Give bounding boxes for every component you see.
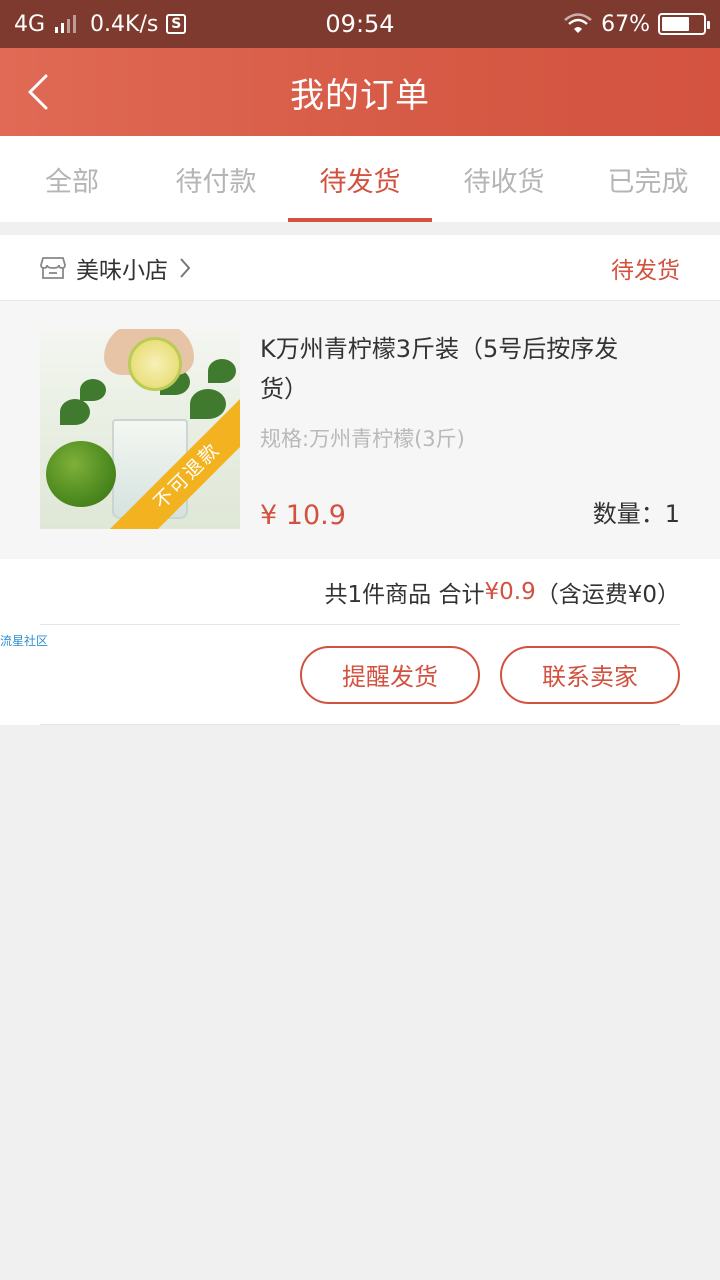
tab-pending-shipment[interactable]: 待发货	[288, 136, 432, 222]
store-icon	[40, 256, 66, 279]
wifi-icon	[564, 13, 592, 33]
order-tabs: 全部 待付款 待发货 待收货 已完成	[0, 136, 720, 222]
summary-shipping: （含运费¥0）	[535, 581, 680, 608]
status-left: 4G 0.4K/s S	[14, 11, 187, 37]
product-quantity: 数量：1	[592, 500, 680, 528]
product-item[interactable]: 不可退款 K万州青柠檬3斤装（5号后按序发货） 规格:万州青柠檬(3斤) ¥ 1…	[0, 301, 720, 559]
tab-pending-receipt[interactable]: 待收货	[432, 136, 576, 222]
tab-pending-payment[interactable]: 待付款	[144, 136, 288, 222]
lime-image	[46, 441, 116, 507]
signal-icon	[55, 15, 77, 33]
back-button[interactable]	[14, 68, 62, 116]
order-summary: 共1件商品 合计 ¥0.9 （含运费¥0）	[40, 559, 680, 625]
summary-count: 共1件商品 合计	[324, 581, 485, 608]
shop-link[interactable]: 美味小店	[40, 251, 192, 285]
product-thumbnail: 不可退款	[40, 329, 240, 529]
remind-shipment-button[interactable]: 提醒发货	[300, 645, 480, 704]
leaf-decor	[80, 379, 106, 401]
chevron-left-icon	[28, 74, 48, 110]
sim-icon: S	[166, 14, 187, 34]
network-speed: 0.4K/s	[90, 11, 159, 37]
summary-total: ¥0.9	[484, 578, 536, 605]
battery-fill	[662, 17, 689, 31]
shop-row: 美味小店 待发货	[0, 235, 720, 301]
order-status: 待发货	[611, 257, 680, 284]
leaf-decor	[190, 389, 226, 419]
shop-name: 美味小店	[76, 257, 168, 284]
tab-completed[interactable]: 已完成	[576, 136, 720, 222]
battery-icon	[658, 13, 710, 35]
product-price: ¥ 10.9	[260, 500, 346, 531]
battery-percent: 67%	[601, 11, 650, 37]
status-right: 67%	[563, 11, 710, 37]
lemon-image	[128, 337, 182, 391]
watermark-text: 流星社区	[0, 634, 49, 648]
chevron-right-icon	[180, 257, 191, 278]
product-spec: 规格:万州青柠檬(3斤)	[260, 427, 465, 451]
product-title: K万州青柠檬3斤装（5号后按序发货）	[260, 335, 619, 403]
contact-seller-button[interactable]: 联系卖家	[500, 645, 680, 704]
leaf-decor	[208, 359, 236, 383]
network-label: 4G	[14, 11, 46, 37]
status-bar: 4G 0.4K/s S 09:54 67%	[0, 0, 720, 48]
order-card: 美味小店 待发货 不可退款 K万州青柠檬3斤装（5号后按序发货） 规格:万州青柠…	[0, 235, 720, 725]
tab-all[interactable]: 全部	[0, 136, 144, 222]
order-actions: 提醒发货 联系卖家	[40, 625, 680, 725]
page-title: 我的订单	[290, 75, 430, 116]
product-info: K万州青柠檬3斤装（5号后按序发货） 规格:万州青柠檬(3斤) ¥ 10.9 数…	[240, 329, 680, 531]
leaf-decor	[60, 399, 90, 425]
nav-bar: 我的订单	[0, 48, 720, 136]
